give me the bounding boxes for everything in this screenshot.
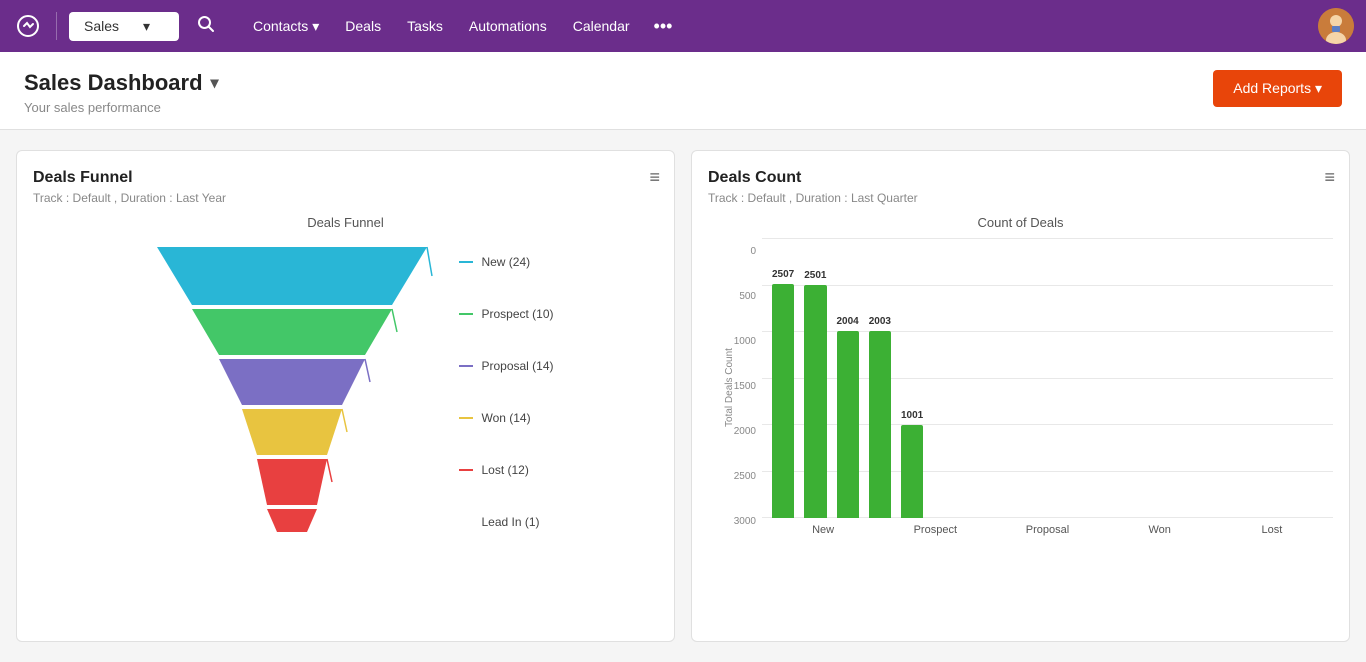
y-label-500: 500 xyxy=(734,292,756,302)
more-menu-button[interactable]: ••• xyxy=(644,10,683,43)
deals-link[interactable]: Deals xyxy=(333,12,393,40)
y-axis-title: Total Deals Count xyxy=(724,348,735,427)
funnel-card-title: Deals Funnel xyxy=(33,169,658,187)
y-label-3000: 3000 xyxy=(734,517,756,527)
bars-section: 2507 2501 2004 2003 1001 New Prospect Prop… xyxy=(762,238,1333,536)
contacts-link[interactable]: Contacts ▾ xyxy=(241,12,331,41)
bars-grid: 2507 2501 2004 2003 1001 xyxy=(762,238,1333,518)
nav-links: Contacts ▾ Deals Tasks Automations Calen… xyxy=(241,10,1310,43)
funnel-chart-title: Deals Funnel xyxy=(33,215,658,230)
y-label-1000: 1000 xyxy=(734,337,756,347)
title-caret-icon[interactable]: ▾ xyxy=(211,73,219,93)
deals-label: Deals xyxy=(345,18,381,34)
app-logo xyxy=(12,10,44,42)
bar-prospect xyxy=(804,285,826,518)
contacts-label: Contacts xyxy=(253,18,308,34)
y-label-1500: 1500 xyxy=(734,382,756,392)
title-area: Sales Dashboard ▾ Your sales performance xyxy=(24,70,219,115)
top-navigation: Sales ▾ Contacts ▾ Deals Tasks Automatio… xyxy=(0,0,1366,52)
chevron-down-icon: ▾ xyxy=(128,18,165,35)
user-avatar[interactable] xyxy=(1318,8,1354,44)
x-label-won: Won xyxy=(1109,524,1211,536)
funnel-label-new: New (24) xyxy=(459,236,553,288)
bar-menu-button[interactable]: ≡ xyxy=(1324,167,1335,188)
bars-row: 2507 2501 2004 2003 1001 xyxy=(762,238,933,518)
contacts-chevron: ▾ xyxy=(312,18,319,35)
page-subtitle: Your sales performance xyxy=(24,100,219,115)
x-label-prospect: Prospect xyxy=(884,524,986,536)
bar-col-new: 2507 xyxy=(772,269,794,518)
bar-chart-title: Count of Deals xyxy=(708,215,1333,230)
x-label-new: New xyxy=(772,524,874,536)
page-header: Sales Dashboard ▾ Your sales performance… xyxy=(0,52,1366,130)
funnel-svg xyxy=(137,237,447,547)
nav-divider xyxy=(56,12,57,40)
bar-col-proposal: 2004 xyxy=(837,316,859,518)
automations-link[interactable]: Automations xyxy=(457,12,559,40)
bar-won xyxy=(869,331,891,518)
y-label-0: 0 xyxy=(734,247,756,257)
automations-label: Automations xyxy=(469,18,547,34)
bar-chart-container: Total Deals Count 3000 2500 2000 1500 10… xyxy=(708,238,1333,536)
bar-col-lost: 1001 xyxy=(901,410,923,518)
add-reports-button[interactable]: Add Reports ▾ xyxy=(1213,70,1342,107)
calendar-label: Calendar xyxy=(573,18,630,34)
y-label-2000: 2000 xyxy=(734,427,756,437)
bar-proposal xyxy=(837,331,859,518)
main-content: Deals Funnel Track : Default , Duration … xyxy=(0,130,1366,662)
funnel-label-lost: Lost (12) xyxy=(459,444,553,496)
y-axis-labels: 3000 2500 2000 1500 1000 500 0 xyxy=(734,247,756,527)
bar-col-won: 2003 xyxy=(869,316,891,518)
bar-value-proposal: 2004 xyxy=(837,316,859,327)
funnel-label-proposal: Proposal (14) xyxy=(459,340,553,392)
bar-lost xyxy=(901,425,923,518)
bar-value-lost: 1001 xyxy=(901,410,923,421)
deals-funnel-card: Deals Funnel Track : Default , Duration … xyxy=(16,150,675,642)
page-title-text: Sales Dashboard xyxy=(24,70,203,96)
tasks-link[interactable]: Tasks xyxy=(395,12,455,40)
bar-card-subtitle: Track : Default , Duration : Last Quarte… xyxy=(708,191,1333,205)
x-label-proposal: Proposal xyxy=(996,524,1098,536)
funnel-chart-container: New (24) Prospect (10) Proposal (14) Won… xyxy=(33,236,658,548)
funnel-menu-button[interactable]: ≡ xyxy=(649,167,660,188)
deals-count-card: Deals Count Track : Default , Duration :… xyxy=(691,150,1350,642)
dropdown-label: Sales xyxy=(83,18,120,34)
funnel-labels: New (24) Prospect (10) Proposal (14) Won… xyxy=(459,236,553,548)
sales-dropdown[interactable]: Sales ▾ xyxy=(69,12,179,41)
calendar-link[interactable]: Calendar xyxy=(561,12,642,40)
funnel-label-prospect: Prospect (10) xyxy=(459,288,553,340)
y-label-2500: 2500 xyxy=(734,472,756,482)
page-title: Sales Dashboard ▾ xyxy=(24,70,219,96)
funnel-label-leadin: Lead In (1) xyxy=(459,496,553,548)
funnel-card-subtitle: Track : Default , Duration : Last Year xyxy=(33,191,658,205)
bar-value-won: 2003 xyxy=(869,316,891,327)
bar-value-prospect: 2501 xyxy=(804,270,826,281)
funnel-label-won: Won (14) xyxy=(459,392,553,444)
x-label-lost: Lost xyxy=(1221,524,1323,536)
bar-value-new: 2507 xyxy=(772,269,794,280)
bar-col-prospect: 2501 xyxy=(804,270,826,518)
funnel-svg-element xyxy=(137,237,447,547)
bar-new xyxy=(772,284,794,518)
search-button[interactable] xyxy=(187,9,225,44)
x-axis-labels: New Prospect Proposal Won Lost xyxy=(762,518,1333,536)
tasks-label: Tasks xyxy=(407,18,443,34)
bar-card-title: Deals Count xyxy=(708,169,1333,187)
